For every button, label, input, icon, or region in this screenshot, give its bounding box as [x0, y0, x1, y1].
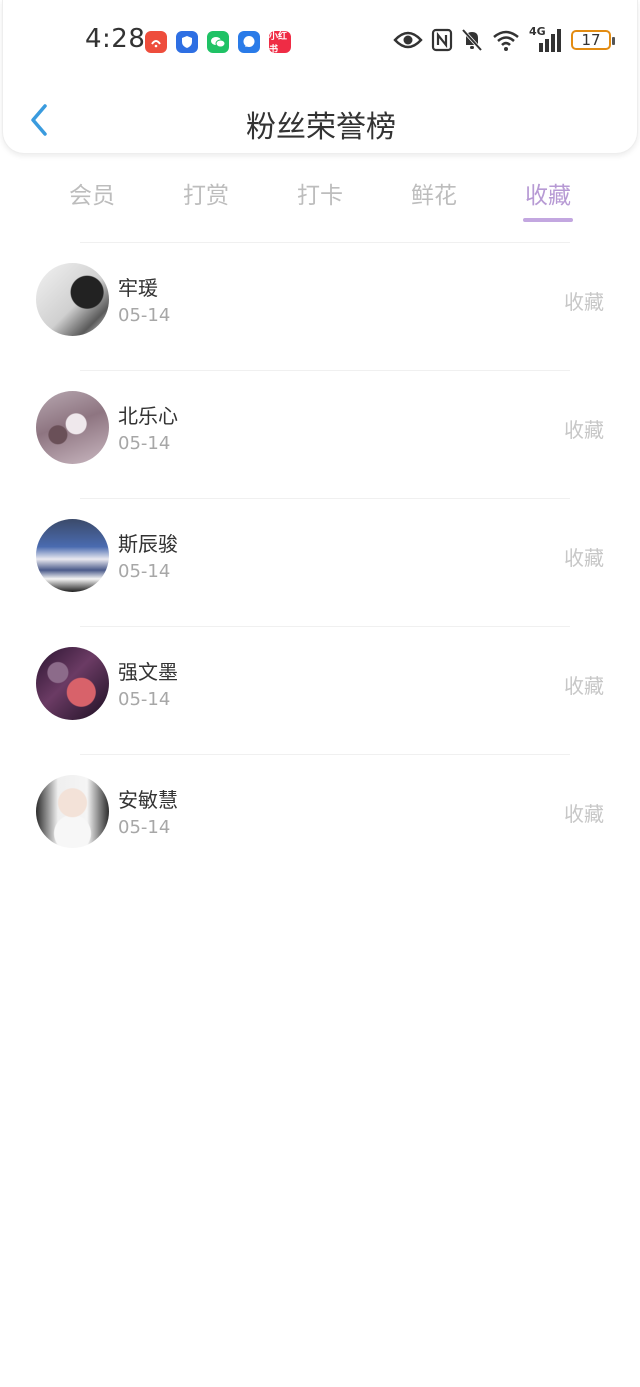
divider: [80, 370, 570, 371]
mute-bell-icon: [461, 28, 483, 52]
status-time: 4:28: [85, 24, 146, 54]
list-item[interactable]: 北乐心 05-14 收藏: [0, 370, 640, 498]
status-bar: 4:28 小红书 4G 17: [3, 0, 639, 84]
fan-name: 牢瑗: [118, 276, 158, 300]
avatar[interactable]: [36, 775, 109, 848]
favorite-action[interactable]: 收藏: [564, 414, 604, 443]
fan-name: 安敏慧: [118, 788, 178, 812]
list-item[interactable]: 斯辰骏 05-14 收藏: [0, 498, 640, 626]
divider: [80, 626, 570, 627]
favorite-action[interactable]: 收藏: [564, 670, 604, 699]
list-item[interactable]: 牢瑗 05-14 收藏: [0, 242, 640, 370]
list-item[interactable]: 强文墨 05-14 收藏: [0, 626, 640, 754]
navigation-bar: 粉丝荣誉榜: [3, 84, 639, 154]
page-title: 粉丝荣誉榜: [246, 110, 396, 145]
favorite-action[interactable]: 收藏: [564, 542, 604, 571]
avatar[interactable]: [36, 391, 109, 464]
divider: [80, 242, 570, 243]
tab-member[interactable]: 会员: [52, 176, 132, 210]
nfc-icon: [431, 28, 453, 52]
avatar[interactable]: [36, 519, 109, 592]
fan-date: 05-14: [118, 305, 171, 326]
battery-indicator: 17: [571, 30, 615, 50]
tab-tip[interactable]: 打赏: [166, 176, 246, 210]
fan-list: 牢瑗 05-14 收藏 北乐心 05-14 收藏 斯辰骏 05-14 收藏 强文…: [0, 242, 640, 882]
list-item[interactable]: 安敏慧 05-14 收藏: [0, 754, 640, 882]
fan-date: 05-14: [118, 433, 171, 454]
notification-icons: 小红书: [145, 31, 291, 55]
tab-checkin[interactable]: 打卡: [280, 176, 360, 210]
avatar[interactable]: [36, 647, 109, 720]
xiaohongshu-icon: 小红书: [269, 31, 291, 55]
signal-bars-icon: [539, 29, 561, 52]
message-icon: [238, 31, 260, 53]
fan-name: 斯辰骏: [118, 532, 178, 556]
system-icons: 4G 17: [393, 25, 615, 53]
fan-name: 强文墨: [118, 660, 178, 684]
shield-app-icon: [176, 31, 198, 53]
fan-date: 05-14: [118, 561, 171, 582]
wifi-icon: [493, 30, 519, 51]
favorite-action[interactable]: 收藏: [564, 286, 604, 315]
tab-bar: 会员 打赏 打卡 鲜花 收藏: [0, 168, 640, 224]
app-header: 4:28 小红书 4G 17 粉丝荣誉榜: [2, 0, 638, 154]
favorite-action[interactable]: 收藏: [564, 798, 604, 827]
fan-date: 05-14: [118, 689, 171, 710]
divider: [80, 754, 570, 755]
tab-flowers[interactable]: 鲜花: [394, 176, 474, 210]
alert-app-icon: [145, 31, 167, 53]
active-tab-indicator: [523, 218, 573, 222]
avatar[interactable]: [36, 263, 109, 336]
fan-name: 北乐心: [118, 404, 178, 428]
battery-level: 17: [581, 31, 601, 49]
fan-date: 05-14: [118, 817, 171, 838]
wechat-icon: [207, 31, 229, 53]
tab-favorites[interactable]: 收藏: [508, 176, 588, 210]
cellular-signal: 4G: [529, 25, 563, 53]
eye-icon: [393, 31, 423, 49]
divider: [80, 498, 570, 499]
